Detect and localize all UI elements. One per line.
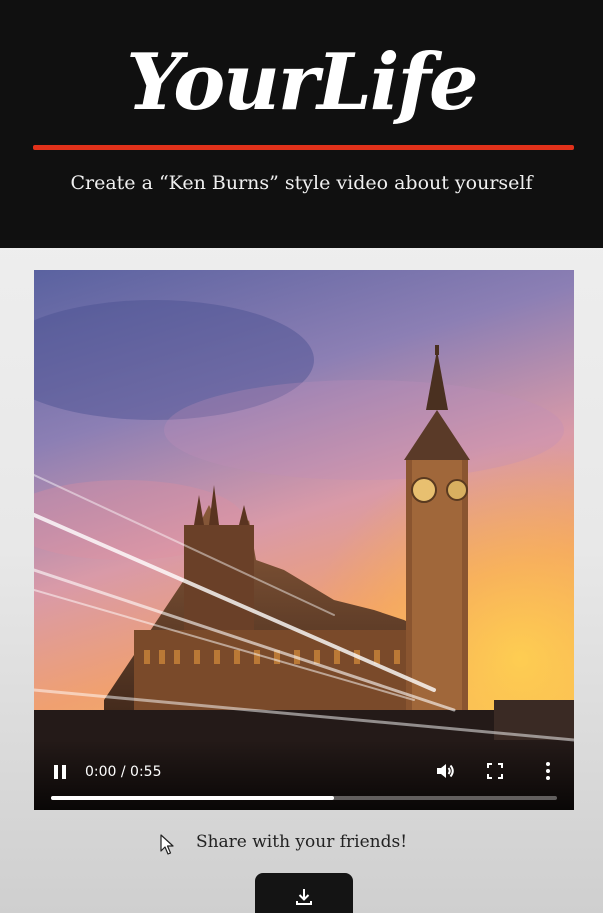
- video-player[interactable]: 0:00 / 0:55: [34, 270, 574, 810]
- share-label: Share with your friends!: [195, 832, 408, 852]
- app-logo: YourLife: [126, 37, 478, 128]
- download-icon: [296, 889, 312, 905]
- pause-icon[interactable]: [50, 762, 70, 782]
- more-vertical-icon[interactable]: [538, 760, 558, 782]
- mouse-cursor-icon: [160, 834, 174, 855]
- accent-divider: [33, 145, 574, 150]
- volume-icon[interactable]: [434, 760, 456, 782]
- video-time-display: 0:00 / 0:55: [85, 764, 162, 780]
- fullscreen-icon[interactable]: [485, 761, 505, 781]
- video-progress-bar[interactable]: [51, 796, 557, 800]
- tagline: Create a “Ken Burns” style video about y…: [70, 172, 533, 194]
- download-button[interactable]: [255, 873, 353, 913]
- video-progress-fill: [51, 796, 335, 800]
- site-header: YourLife Create a “Ken Burns” style vide…: [0, 0, 603, 248]
- video-frame: [34, 270, 574, 810]
- video-controls: 0:00 / 0:55: [34, 740, 574, 810]
